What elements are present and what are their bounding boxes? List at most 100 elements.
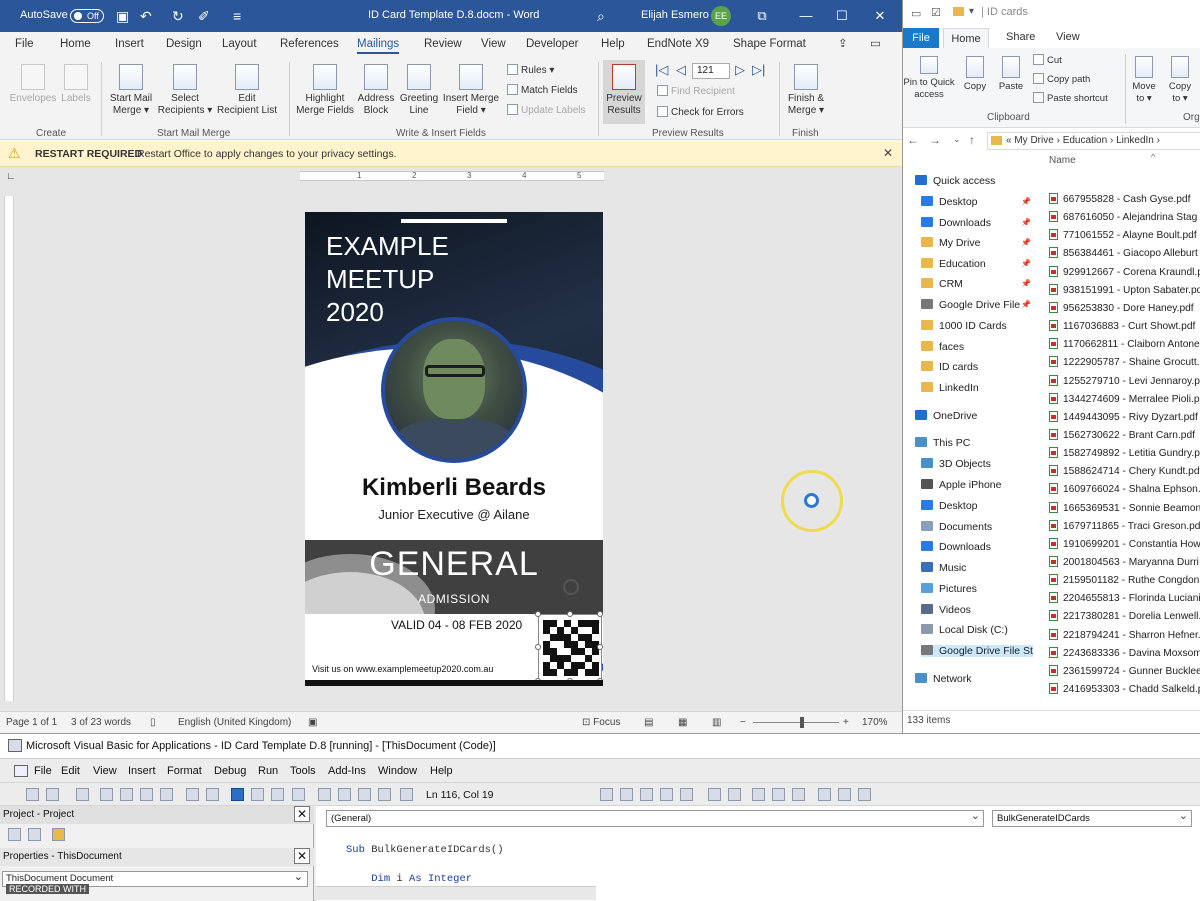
file-row[interactable]: 2159501182 - Ruthe Congdon <box>1049 574 1200 586</box>
nav-item-music[interactable]: Music <box>921 562 1033 574</box>
file-row[interactable]: 956253830 - Dore Haney.pdf <box>1049 301 1200 314</box>
nav-item-downloads[interactable]: Downloads <box>921 541 1033 553</box>
quick-access-dropdown-icon[interactable]: ▾ <box>969 6 974 17</box>
vba-menu-run[interactable]: Run <box>258 765 278 777</box>
file-row[interactable]: 1344274609 - Merralee Pioli.p <box>1049 392 1200 405</box>
first-record-icon[interactable]: |◁ <box>655 62 668 78</box>
zoom-level[interactable]: 170% <box>862 717 888 728</box>
file-row[interactable]: 771061552 - Alayne Boult.pdf <box>1049 229 1200 241</box>
insert-module-icon[interactable] <box>46 788 59 801</box>
menu-view[interactable]: View <box>481 38 506 50</box>
id-card[interactable]: EXAMPLE MEETUP 2020 Kimberli Beards Juni… <box>305 212 603 686</box>
nav-item-apple-iphone[interactable]: Apple iPhone <box>921 479 1033 491</box>
record-number-input[interactable]: 121 <box>692 63 730 79</box>
vba-menu-help[interactable]: Help <box>430 765 453 777</box>
vba-doc-icon[interactable] <box>14 765 28 777</box>
nav-item-3d-objects[interactable]: 3D Objects <box>921 458 1033 470</box>
pin-icon[interactable]: 📌 <box>1021 259 1031 268</box>
labels-button[interactable]: Labels <box>58 64 94 105</box>
redo-icon[interactable]: ↻ <box>172 8 184 25</box>
envelopes-button[interactable]: Envelopes <box>6 64 60 105</box>
vba-code-window[interactable]: (General) BulkGenerateIDCards Sub BulkGe… <box>316 806 1200 901</box>
recent-dropdown-icon[interactable]: ⌄ <box>953 134 961 145</box>
find-recipient-button[interactable]: Find Recipient <box>657 85 735 97</box>
word-count[interactable]: 3 of 23 words <box>71 717 131 728</box>
pin-quick-access-button[interactable]: Pin to Quick access <box>903 56 955 101</box>
explorer-tab-view[interactable]: View <box>1056 31 1080 43</box>
vba-menu-file[interactable]: File <box>34 765 52 777</box>
file-row[interactable]: 2204655813 - Florinda Luciani <box>1049 592 1200 604</box>
file-row[interactable]: 1562730622 - Brant Carn.pdf <box>1049 428 1200 441</box>
insert-merge-field-button[interactable]: Insert Merge Field ▾ <box>440 64 502 117</box>
file-row[interactable]: 1170662811 - Claiborn Antone <box>1049 338 1200 350</box>
pin-icon[interactable]: 📌 <box>1021 218 1031 227</box>
file-row[interactable]: 1665369531 - Sonnie Beamont <box>1049 501 1200 514</box>
copy-to-button[interactable]: Copy to ▾ <box>1165 56 1195 105</box>
resize-handle[interactable] <box>597 644 603 650</box>
zoom-slider[interactable] <box>753 722 839 723</box>
web-layout-icon[interactable]: ▥ <box>712 717 721 728</box>
file-row[interactable]: 929912667 - Corena Kraundl.p <box>1049 265 1200 278</box>
edit-recipient-list-button[interactable]: Edit Recipient List <box>214 64 280 117</box>
menu-home[interactable]: Home <box>60 38 91 50</box>
menu-design[interactable]: Design <box>166 38 202 50</box>
vba-menu-insert[interactable]: Insert <box>128 765 156 777</box>
search-icon[interactable]: ⌕ <box>597 8 605 25</box>
toggle-breakpoint-icon[interactable] <box>728 788 741 801</box>
file-row[interactable]: 1167036883 - Curt Showt.pdf <box>1049 320 1200 332</box>
nav-item-id-cards[interactable]: ID cards <box>921 361 1033 373</box>
save-icon[interactable]: ▣ <box>116 8 129 25</box>
menu-mailings[interactable]: Mailings <box>357 38 400 54</box>
up-icon[interactable]: ↑ <box>969 133 975 147</box>
file-row[interactable]: 1222905787 - Shaine Grocutt.p <box>1049 356 1200 368</box>
read-mode-icon[interactable]: ▤ <box>644 717 653 728</box>
page-count[interactable]: Page 1 of 1 <box>6 717 57 728</box>
previous-record-icon[interactable]: ◁ <box>676 62 686 78</box>
attendee-photo[interactable] <box>381 317 527 463</box>
copy-icon[interactable] <box>120 788 133 801</box>
file-row[interactable]: 2218794241 - Sharron Hefner.p <box>1049 628 1200 641</box>
file-row[interactable]: 2217380281 - Dorelia Lenwell.p <box>1049 610 1200 622</box>
menu-file[interactable]: File <box>15 38 34 50</box>
list-constants-icon[interactable] <box>660 788 673 801</box>
file-row[interactable]: 667955828 - Cash Gyse.pdf <box>1049 193 1200 205</box>
accessibility-icon[interactable]: ▣ <box>308 717 317 728</box>
autosave-toggle[interactable]: Off <box>70 9 104 23</box>
file-row[interactable]: 2243683336 - Davina Moxsom <box>1049 646 1200 659</box>
resize-handle[interactable] <box>597 611 603 617</box>
vba-menu-tools[interactable]: Tools <box>290 765 316 777</box>
file-row[interactable]: 2361599724 - Gunner Bucklee. <box>1049 664 1200 677</box>
format-painter-icon[interactable]: ✐ <box>198 8 210 25</box>
paste-button[interactable]: Paste <box>995 56 1027 93</box>
start-mail-merge-button[interactable]: Start Mail Merge ▾ <box>104 64 158 117</box>
list-properties-icon[interactable] <box>640 788 653 801</box>
qr-code[interactable] <box>538 614 602 682</box>
code-horizontal-scrollbar[interactable] <box>316 886 596 900</box>
nav-item-quick-access[interactable]: Quick access <box>915 175 1033 187</box>
proofing-icon[interactable]: ▯ <box>150 717 156 728</box>
file-row[interactable]: 1255279710 - Levi Jennaroy.pd <box>1049 374 1200 387</box>
reset-icon[interactable] <box>271 788 284 801</box>
procedure-combo[interactable]: BulkGenerateIDCards <box>992 809 1192 827</box>
nav-item-videos[interactable]: Videos <box>921 604 1033 616</box>
toggle-bookmark-icon[interactable] <box>792 788 805 801</box>
vba-help-icon[interactable] <box>400 788 413 801</box>
nav-item-this-pc[interactable]: This PC <box>915 437 1033 449</box>
zoom-slider-thumb[interactable] <box>800 717 804 728</box>
file-row[interactable]: 856384461 - Giacopo Alleburt <box>1049 247 1200 259</box>
copy-path-button[interactable]: Copy path <box>1033 73 1090 85</box>
horizontal-ruler[interactable]: 1 2 3 4 5 <box>300 171 604 181</box>
nav-item-linkedin[interactable]: LinkedIn <box>921 382 1033 394</box>
maximize-icon[interactable]: ☐ <box>832 6 852 26</box>
indent-icon[interactable] <box>600 788 613 801</box>
last-record-icon[interactable]: ▷| <box>752 62 765 78</box>
nav-item-faces[interactable]: faces <box>921 341 1033 353</box>
tab-selector-icon[interactable]: ∟ <box>6 171 16 182</box>
nav-item-network[interactable]: Network <box>915 673 1033 685</box>
break-icon[interactable] <box>251 788 264 801</box>
design-mode-icon[interactable] <box>292 788 305 801</box>
vba-undo-icon[interactable] <box>186 788 199 801</box>
zoom-in-icon[interactable]: + <box>843 717 849 728</box>
next-bookmark-icon[interactable] <box>818 788 831 801</box>
paste-shortcut-button[interactable]: Paste shortcut <box>1033 92 1108 104</box>
